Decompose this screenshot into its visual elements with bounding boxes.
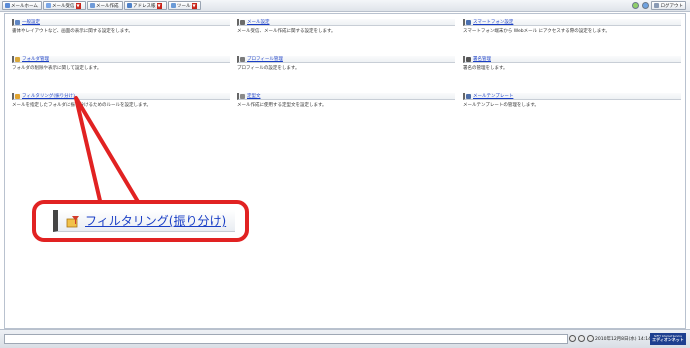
settings-item-profile: プロフィール管理 プロフィールの設定をします。 [237,56,455,71]
general-settings-link[interactable]: 一般設定 [22,19,40,25]
profile-management-desc: プロフィールの設定をします。 [237,66,300,71]
signature-icon [466,56,471,62]
filter-settings-link[interactable]: フィルタリング(振り分け) [22,93,75,99]
logout-button[interactable]: ログアウト [650,1,686,10]
filter-settings-desc: メールを指定したフォルダに振り分けるためのルールを設定します。 [12,103,152,108]
template-text-link[interactable]: 定型文 [247,93,261,99]
mail-template-link[interactable]: メールテンプレート [473,93,513,99]
smartphone-icon [466,19,471,25]
template-text-desc: メール作成に使用する定型文を設定します。 [237,103,327,108]
mail-receive-button[interactable]: メール受信 ▼ [43,1,86,10]
brand-name: エディオンネット [652,337,684,343]
settings-item-general: 一般設定 書体やレイアウトなど、画面の表示に関する設定をします。 [12,19,230,34]
settings-panel: 一般設定 書体やレイアウトなど、画面の表示に関する設定をします。 メール設定 メ… [4,13,686,329]
callout-header: フィルタリング(振り分け) [53,210,235,232]
folder-management-link[interactable]: フォルダ管理 [22,56,49,62]
general-settings-desc: 書体やレイアウトなど、画面の表示に関する設定をします。 [12,29,133,34]
mail-settings-desc: メール受信、メール作成に関する設定をします。 [237,29,336,34]
chevron-down-icon[interactable]: ▼ [75,2,81,9]
address-book-icon [127,3,132,8]
mail-compose-button[interactable]: メール作成 [87,1,123,10]
forward-icon[interactable] [578,335,585,342]
signature-management-link[interactable]: 署名管理 [473,56,491,62]
back-icon[interactable] [569,335,576,342]
status-bar: 2010年12月8日(水) 14:14 NIFTY Internet Servi… [0,329,690,348]
help-icon[interactable] [642,2,649,9]
folder-management-desc: フォルダの削除や表示に関して設定します。 [12,66,102,71]
chevron-down-icon[interactable]: ▼ [156,2,162,9]
template-text-icon [240,93,245,99]
general-settings-icon [15,19,20,25]
logout-label: ログアウト [660,3,684,9]
zoom-callout: フィルタリング(振り分け) [32,200,249,242]
inbox-icon [46,3,51,8]
profile-management-link[interactable]: プロフィール管理 [247,56,283,62]
logout-icon [653,3,659,8]
top-toolbar: メールホーム メール受信 ▼ メール作成 アドレス帳 ▼ ツール ▼ ログアウト [0,0,690,12]
chevron-down-icon[interactable]: ▼ [191,2,197,9]
settings-item-signature: 署名管理 署名の管理をします。 [463,56,681,71]
signature-management-desc: 署名の管理をします。 [463,66,508,71]
settings-item-smartphone: スマートフォン設定 スマートフォン端末から Webメール にアクセスする際の設定… [463,19,681,34]
mail-home-button[interactable]: メールホーム [2,1,42,10]
smartphone-settings-link[interactable]: スマートフォン設定 [473,19,513,25]
refresh-icon[interactable] [632,2,639,9]
tools-button[interactable]: ツール ▼ [168,1,201,10]
mail-compose-label: メール作成 [96,3,119,9]
mail-template-icon [466,93,471,99]
home-icon [5,3,10,8]
profile-icon [240,56,245,62]
mail-home-label: メールホーム [11,3,38,9]
mail-settings-link[interactable]: メール設定 [247,19,270,25]
compose-icon [90,3,95,8]
address-book-button[interactable]: アドレス帳 ▼ [124,1,167,10]
tools-icon [171,3,176,8]
status-datetime: 2010年12月8日(水) 14:14 [595,337,651,342]
status-field [4,334,568,344]
callout-filter-link[interactable]: フィルタリング(振り分け) [85,212,226,229]
mail-template-desc: メールテンプレートの管理をします。 [463,103,539,108]
mail-receive-label: メール受信 [52,3,75,9]
filter-icon [15,93,20,99]
settings-item-mail: メール設定 メール受信、メール作成に関する設定をします。 [237,19,455,34]
settings-item-mail-template: メールテンプレート メールテンプレートの管理をします。 [463,93,681,108]
brand-logo: NIFTY Internet Service エディオンネット [650,333,686,345]
tools-label: ツール [177,3,191,9]
folder-icon [15,56,20,62]
smartphone-settings-desc: スマートフォン端末から Webメール にアクセスする際の設定をします。 [463,29,610,34]
stop-icon[interactable] [587,335,594,342]
mail-settings-icon [240,19,245,25]
filter-icon [66,215,79,227]
settings-item-filter: フィルタリング(振り分け) メールを指定したフォルダに振り分けるためのルールを設… [12,93,230,108]
settings-item-folder: フォルダ管理 フォルダの削除や表示に関して設定します。 [12,56,230,71]
settings-item-template-text: 定型文 メール作成に使用する定型文を設定します。 [237,93,455,108]
address-book-label: アドレス帳 [133,3,156,9]
